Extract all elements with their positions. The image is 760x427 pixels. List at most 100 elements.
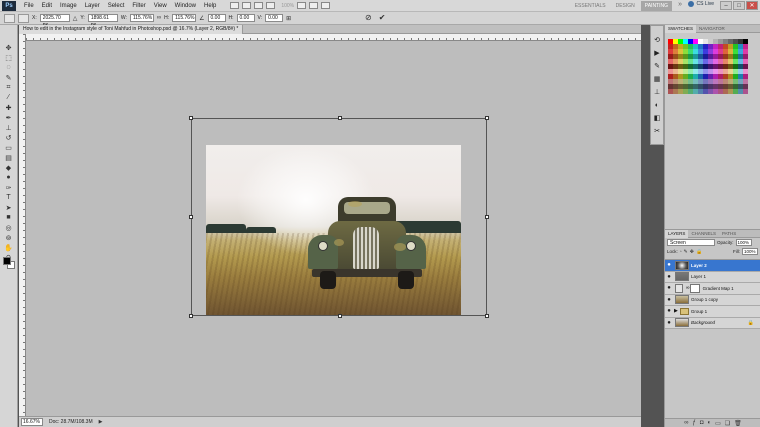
delete-layer-icon[interactable]: 🗑 xyxy=(734,420,742,427)
screen-mode-icon[interactable] xyxy=(321,2,331,9)
width-scale-field[interactable]: 115.76% xyxy=(129,14,154,22)
marquee-tool-icon[interactable]: ⬚ xyxy=(3,53,15,62)
menu-file[interactable]: File xyxy=(20,3,38,9)
view-extras-icon[interactable] xyxy=(297,2,307,9)
gradient-tool-icon[interactable]: ▤ xyxy=(3,153,15,162)
history-brush-icon[interactable]: ↺ xyxy=(3,133,15,142)
fill-field[interactable]: 100% xyxy=(742,248,758,255)
opacity-field[interactable]: 100% xyxy=(735,239,752,246)
cs-live-button[interactable]: CS Live xyxy=(688,1,714,7)
layer-row[interactable]: ● Layer 1 xyxy=(665,271,760,283)
x-position-field[interactable]: 2025.70 px xyxy=(39,14,70,28)
rotation-field[interactable]: 0.00 xyxy=(207,14,226,22)
dodge-tool-icon[interactable]: ● xyxy=(3,173,15,182)
clone-source-icon[interactable]: ⊥ xyxy=(653,88,661,96)
hand-tool-icon[interactable]: ✋ xyxy=(3,243,15,252)
transform-handle[interactable] xyxy=(189,314,193,318)
healing-brush-icon[interactable]: ✚ xyxy=(3,103,15,112)
foreground-color-swatch[interactable] xyxy=(3,257,11,265)
layer-row[interactable]: ● Layer 2 xyxy=(665,260,760,272)
blend-mode-select[interactable]: Screen xyxy=(667,239,715,246)
vertical-ruler[interactable] xyxy=(19,34,26,416)
tool-presets-icon[interactable]: ✂ xyxy=(653,127,661,135)
document-tab[interactable]: How to edit in the Instagram style of To… xyxy=(19,25,244,34)
new-group-icon[interactable]: ▭ xyxy=(715,420,721,427)
lasso-tool-icon[interactable]: ◌ xyxy=(3,63,15,72)
layer-row[interactable]: ● Background 🔒 xyxy=(665,317,760,329)
lock-pixels-icon[interactable]: ✎ xyxy=(684,249,688,255)
v-skew-field[interactable]: 0.00 xyxy=(265,14,284,22)
eyedropper-tool-icon[interactable]: ⁄ xyxy=(3,93,15,102)
close-icon[interactable]: ✕ xyxy=(746,1,758,10)
reference-point-icon[interactable] xyxy=(18,13,29,23)
expand-group-icon[interactable]: ▶ xyxy=(674,308,678,314)
lock-transparent-icon[interactable]: ▫ xyxy=(680,249,682,255)
menu-help[interactable]: Help xyxy=(200,3,220,9)
tool-preset-icon[interactable] xyxy=(4,13,15,23)
minimize-icon[interactable]: – xyxy=(720,1,732,10)
y-position-field[interactable]: 1898.61 px xyxy=(87,14,118,28)
color-panel-icon[interactable]: ◐ xyxy=(653,101,661,109)
visibility-eye-icon[interactable]: ● xyxy=(665,297,673,303)
zoom-level-dropdown[interactable]: 100% xyxy=(281,3,294,9)
relative-position-icon[interactable]: △ xyxy=(73,15,78,22)
brush-tool-icon[interactable]: ✒ xyxy=(3,113,15,122)
mini-bridge-icon[interactable] xyxy=(242,2,252,9)
arrange-documents-icon[interactable] xyxy=(309,2,319,9)
transform-handle[interactable] xyxy=(485,215,489,219)
type-tool-icon[interactable]: T xyxy=(3,193,15,202)
brush-presets-icon[interactable]: ✎ xyxy=(653,62,661,70)
transform-handle[interactable] xyxy=(485,314,489,318)
actions-panel-icon[interactable]: ▶ xyxy=(653,49,661,57)
menu-layer[interactable]: Layer xyxy=(81,3,104,9)
crop-tool-icon[interactable]: ⌗ xyxy=(3,83,15,92)
eraser-tool-icon[interactable]: ▭ xyxy=(3,143,15,152)
status-menu-icon[interactable]: ▶ xyxy=(99,419,103,425)
shape-tool-icon[interactable]: ■ xyxy=(3,213,15,222)
new-adjustment-icon[interactable]: ◐ xyxy=(707,420,711,426)
transform-handle[interactable] xyxy=(189,116,193,120)
tab-paths[interactable]: PATHS xyxy=(719,230,739,238)
move-tool-icon[interactable]: ✥ xyxy=(3,43,15,52)
lock-position-icon[interactable]: ✥ xyxy=(690,249,694,255)
layer-row[interactable]: ● Group 1 copy xyxy=(665,294,760,306)
menu-filter[interactable]: Filter xyxy=(128,3,149,9)
menu-image[interactable]: Image xyxy=(56,3,81,9)
transform-handle[interactable] xyxy=(338,314,342,318)
workspace-design[interactable]: DESIGN xyxy=(612,1,639,11)
add-mask-icon[interactable]: ◘ xyxy=(700,420,704,426)
visibility-eye-icon[interactable]: ● xyxy=(665,285,673,291)
pen-tool-icon[interactable]: ✑ xyxy=(3,183,15,192)
3d-rotate-icon[interactable]: ◎ xyxy=(3,223,15,232)
zoom-field[interactable]: 16.67% xyxy=(21,418,43,426)
visibility-eye-icon[interactable]: ● xyxy=(665,262,673,268)
link-layers-icon[interactable]: ∞ xyxy=(684,420,688,426)
workspace-painting[interactable]: PAINTING xyxy=(640,1,672,11)
adjustments-panel-icon[interactable]: ◧ xyxy=(653,114,661,122)
menu-edit[interactable]: Edit xyxy=(38,3,56,9)
tab-channels[interactable]: CHANNELS xyxy=(688,230,719,238)
new-layer-icon[interactable]: ❏ xyxy=(725,420,730,427)
horizontal-ruler[interactable] xyxy=(26,34,641,41)
3d-orbit-icon[interactable]: ⊚ xyxy=(3,233,15,242)
brush-panel-icon[interactable]: ▦ xyxy=(653,75,661,83)
hand-tool-icon[interactable] xyxy=(254,2,264,9)
visibility-eye-icon[interactable]: ● xyxy=(665,308,673,314)
warp-mode-icon[interactable]: ⊞ xyxy=(286,15,291,22)
h-skew-field[interactable]: 0.00 xyxy=(236,14,255,22)
zoom-tool-icon[interactable] xyxy=(266,2,276,9)
visibility-eye-icon[interactable]: ● xyxy=(665,274,673,280)
visibility-eye-icon[interactable]: ● xyxy=(665,320,673,326)
tab-navigator[interactable]: NAVIGATOR xyxy=(696,25,728,33)
height-scale-field[interactable]: 115.76% xyxy=(172,14,197,22)
maximize-icon[interactable]: □ xyxy=(733,1,745,10)
quick-select-tool-icon[interactable]: ✎ xyxy=(3,73,15,82)
lock-all-icon[interactable]: 🔒 xyxy=(696,249,702,255)
transform-handle[interactable] xyxy=(485,116,489,120)
cancel-transform-icon[interactable]: ⊘ xyxy=(365,13,372,22)
tab-layers[interactable]: LAYERS xyxy=(665,229,689,238)
layer-row[interactable]: ● ∞ Gradient Map 1 xyxy=(665,283,760,295)
layer-row[interactable]: ● ▶ Group 1 xyxy=(665,306,760,318)
commit-transform-icon[interactable]: ✔ xyxy=(379,13,386,22)
document-canvas[interactable] xyxy=(26,41,641,416)
